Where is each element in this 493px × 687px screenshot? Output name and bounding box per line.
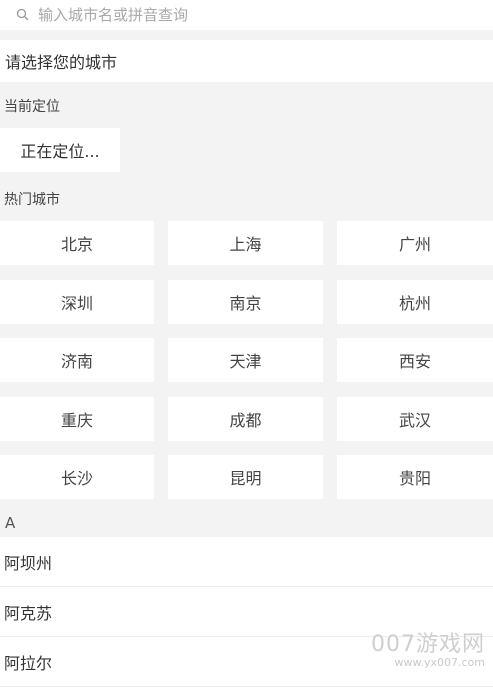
hot-city-button[interactable]: 天津 [168,338,323,382]
hot-city-button[interactable]: 武汉 [337,396,493,441]
hot-city-button[interactable]: 昆明 [168,455,323,499]
city-list-item-label: 阿坝州 [4,553,53,573]
page-title: 请选择您的城市 [5,53,118,72]
hot-city-button[interactable]: 深圳 [0,279,154,324]
hot-city-button[interactable]: 长沙 [0,455,154,499]
city-list-item[interactable]: 阿拉尔 [0,637,493,687]
city-list-item[interactable]: 阿坝州 [0,537,493,587]
hot-city-button[interactable]: 成都 [168,396,323,441]
city-list-item[interactable]: 阿克苏 [0,587,493,637]
hot-city-button[interactable]: 重庆 [0,396,154,441]
city-list-item-label: 阿克苏 [4,603,53,623]
hot-city-button[interactable]: 济南 [0,338,154,382]
hot-city-button[interactable]: 广州 [337,221,493,265]
hot-city-button[interactable]: 上海 [168,221,323,265]
hot-city-button[interactable]: 南京 [168,279,323,324]
current-location-label: 当前定位 [4,99,60,115]
search-bar[interactable] [0,0,493,30]
hot-city-button[interactable]: 西安 [337,338,493,382]
search-input[interactable] [38,6,493,24]
hot-city-button[interactable]: 北京 [0,221,154,265]
hot-cities-label: 热门城市 [4,192,60,208]
city-list-item-label: 阿拉尔 [4,653,53,673]
current-location-button[interactable]: 正在定位... [0,128,120,172]
city-list: 阿坝州 阿克苏 阿拉尔 [0,537,493,687]
index-letter: A [5,514,16,532]
hot-city-button[interactable]: 贵阳 [337,455,493,499]
city-select-header: 请选择您的城市 [0,40,493,82]
hot-city-button[interactable]: 杭州 [337,279,493,324]
search-icon [16,8,29,21]
